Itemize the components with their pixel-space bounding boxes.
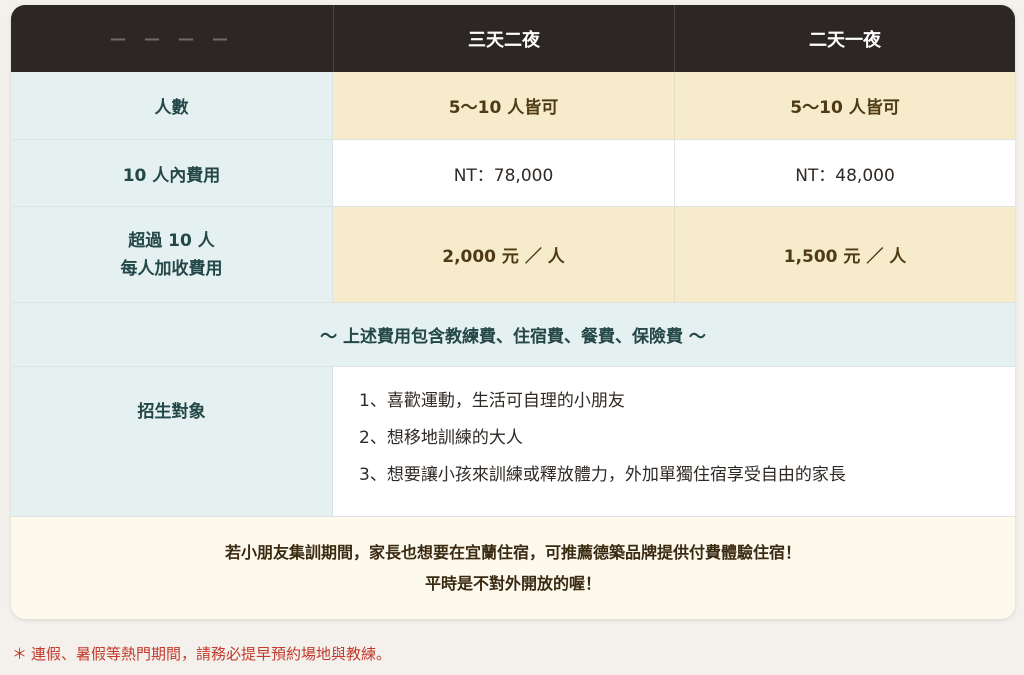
extra-fee-label-line1: 超過 10 人: [128, 230, 215, 251]
lodging-note-line2: 平時是不對外開放的喔！: [424, 574, 601, 593]
people-2d1n: 5～10 人皆可: [674, 72, 1015, 140]
row-label-extra-fee: 超過 10 人 每人加收費用: [11, 207, 333, 303]
pricing-table-card: — — — — 三天二夜 二天一夜 人數 5～10 人皆可 5～10 人皆可 1…: [11, 5, 1015, 619]
fee-2d1n: NT：48,000: [674, 140, 1015, 207]
extra-fee-label-line2: 每人加收費用: [120, 258, 223, 279]
footnote-text: 連假、暑假等熱門期間，請務必提早預約場地與教練。: [31, 645, 392, 663]
header-dash: —: [110, 29, 132, 48]
row-label-people: 人數: [11, 72, 333, 140]
list-item: 1、喜歡運動，生活可自理的小朋友: [359, 391, 625, 411]
header-dash: —: [178, 29, 200, 48]
header-dash: —: [212, 29, 234, 48]
lodging-note-line1: 若小朋友集訓期間，家長也想要在宜蘭住宿，可推薦德築品牌提供付費體驗住宿！: [224, 543, 801, 562]
people-3d2n: 5～10 人皆可: [333, 72, 674, 140]
lodging-note: 若小朋友集訓期間，家長也想要在宜蘭住宿，可推薦德築品牌提供付費體驗住宿！ 平時是…: [11, 517, 1015, 619]
pricing-table: — — — — 三天二夜 二天一夜 人數 5～10 人皆可 5～10 人皆可 1…: [11, 5, 1015, 619]
peak-season-footnote: ＊連假、暑假等熱門期間，請務必提早預約場地與教練。: [12, 643, 391, 664]
list-item: 3、想要讓小孩來訓練或釋放體力，外加單獨住宿享受自由的家長: [359, 465, 846, 485]
row-label-target: 招生對象: [11, 367, 333, 517]
row-label-fee-within-10: 10 人內費用: [11, 140, 333, 207]
fee-3d2n: NT：78,000: [333, 140, 674, 207]
target-list: 1、喜歡運動，生活可自理的小朋友 2、想移地訓練的大人 3、想要讓小孩來訓練或釋…: [333, 367, 1015, 517]
header-dash: —: [144, 29, 166, 48]
header-placeholder: — — — —: [11, 5, 333, 72]
extra-fee-3d2n: 2,000 元 ／ 人: [333, 207, 674, 303]
asterisk-icon: ＊: [12, 645, 28, 663]
header-2d1n: 二天一夜: [674, 5, 1015, 72]
list-item: 2、想移地訓練的大人: [359, 428, 523, 448]
extra-fee-2d1n: 1,500 元 ／ 人: [674, 207, 1015, 303]
fee-includes-note: ～ 上述費用包含教練費、住宿費、餐費、保險費 ～: [11, 303, 1015, 367]
header-3d2n: 三天二夜: [333, 5, 674, 72]
